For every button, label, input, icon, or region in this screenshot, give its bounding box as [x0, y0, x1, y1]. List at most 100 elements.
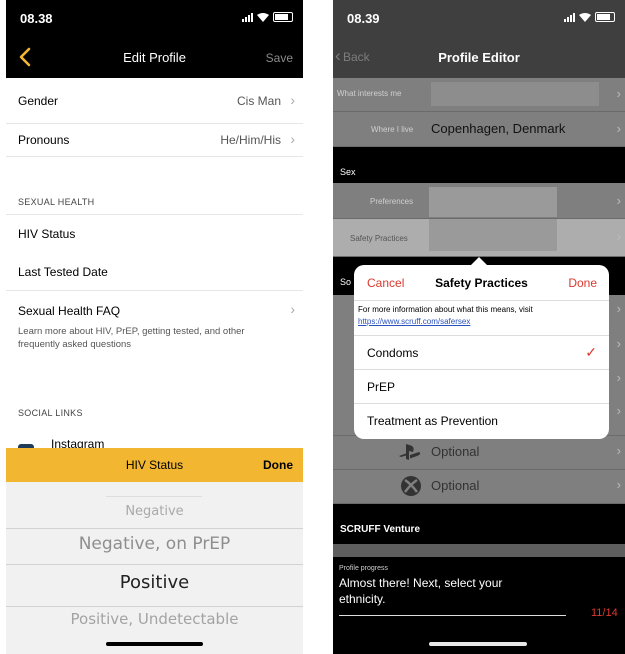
section-social-links: SOCIAL LINKS	[18, 408, 83, 418]
option-condoms[interactable]: Condoms ✓	[354, 335, 609, 370]
battery-icon	[595, 12, 615, 22]
picker-option[interactable]: Negative	[6, 504, 303, 519]
section-sex: Sex	[333, 147, 625, 183]
system-icons	[564, 12, 615, 22]
sheet-done-button[interactable]: Done	[568, 276, 597, 290]
profile-editor-screen: 08.39 ‹ Back Profile Editor What interes…	[333, 0, 625, 654]
picker-option-selected[interactable]: Positive	[6, 572, 303, 593]
chevron-right-icon: ›	[616, 403, 621, 418]
page-title: Profile Editor	[438, 50, 520, 65]
save-button[interactable]: Save	[266, 51, 293, 65]
option-label: PrEP	[367, 380, 396, 394]
hiv-status-row[interactable]: HIV Status	[6, 214, 303, 254]
where-i-live-value: Copenhagen, Denmark	[431, 121, 566, 136]
playstation-icon	[399, 444, 421, 460]
option-label: Treatment as Prevention	[367, 414, 498, 428]
preferences-label: Preferences	[370, 197, 414, 206]
picker-divider	[106, 496, 202, 497]
chevron-right-icon: ›	[616, 229, 621, 244]
sheet-info-text: For more information about what this mea…	[358, 305, 533, 314]
section-scruff-venture: SCRUFF Venture	[333, 504, 625, 544]
where-i-live-label: Where I live	[371, 125, 414, 134]
gender-value: Cis Man	[236, 94, 281, 108]
page-title: Edit Profile	[123, 50, 186, 65]
interests-row[interactable]: What interests me ›	[333, 78, 625, 112]
faq-description: Learn more about HIV, PrEP, getting test…	[18, 326, 245, 350]
safety-practices-sheet: Cancel Safety Practices Done For more in…	[354, 265, 609, 439]
picker-selection-top	[6, 564, 303, 565]
edit-profile-screen: 08.38 Edit Profile Save Gender Cis Man ›…	[6, 0, 303, 654]
picker-toolbar: HIV Status Done	[6, 448, 303, 482]
progress-label: Profile progress	[339, 565, 389, 572]
where-i-live-row[interactable]: Where I live Copenhagen, Denmark ›	[333, 112, 625, 147]
xbox-value: Optional	[431, 478, 480, 493]
xbox-icon	[401, 476, 421, 496]
last-tested-label: Last Tested Date	[18, 265, 108, 279]
pronouns-value: He/Him/His	[220, 133, 281, 147]
chevron-right-icon: ›	[290, 92, 295, 108]
section-scruff-venture-label: SCRUFF Venture	[340, 524, 421, 535]
section-sexual-health: SEXUAL HEALTH	[18, 197, 95, 207]
nav-bar: Edit Profile Save	[6, 36, 303, 78]
sheet-divider	[354, 300, 609, 301]
wifi-icon	[579, 13, 591, 22]
picker-title: HIV Status	[125, 458, 184, 472]
signal-icon	[564, 13, 575, 22]
picker-option[interactable]: Negative, on PrEP	[6, 534, 303, 554]
sexual-health-faq-row[interactable]: Sexual Health FAQ › Learn more about HIV…	[6, 291, 303, 364]
option-label: Condoms	[367, 346, 419, 360]
progress-count: 11/14	[591, 607, 618, 619]
gender-label: Gender	[18, 94, 59, 108]
chevron-right-icon: ›	[616, 370, 621, 385]
safersex-link[interactable]: https://www.scruff.com/safersex	[358, 317, 470, 326]
picker-done-button[interactable]: Done	[263, 458, 293, 472]
option-prep[interactable]: PrEP	[354, 369, 609, 404]
playstation-value: Optional	[431, 444, 480, 459]
signal-icon	[242, 13, 253, 22]
hiv-status-picker[interactable]: Negative Negative, on PrEP Positive Posi…	[6, 482, 303, 654]
picker-selection-bottom	[6, 606, 303, 607]
pronouns-label: Pronouns	[18, 133, 70, 147]
system-icons	[242, 12, 293, 22]
picker-option[interactable]: Positive, Undetectable	[6, 610, 303, 628]
preferences-row[interactable]: Preferences ›	[333, 183, 625, 219]
chevron-right-icon: ›	[616, 86, 621, 101]
venture-row	[333, 544, 625, 558]
battery-icon	[273, 12, 293, 22]
last-tested-row[interactable]: Last Tested Date	[6, 253, 303, 291]
safety-practices-row[interactable]: Safety Practices ›	[333, 219, 625, 257]
chevron-right-icon: ›	[616, 193, 621, 208]
chevron-right-icon: ›	[616, 443, 621, 458]
preferences-field[interactable]	[429, 187, 557, 217]
playstation-row[interactable]: Optional ›	[333, 436, 625, 470]
wifi-icon	[257, 13, 269, 22]
chevron-right-icon: ›	[290, 301, 295, 317]
option-treatment-as-prevention[interactable]: Treatment as Prevention	[354, 403, 609, 438]
safety-practices-label: Safety Practices	[350, 234, 408, 243]
hiv-status-label: HIV Status	[18, 227, 76, 241]
interests-field[interactable]	[431, 82, 599, 106]
chevron-right-icon: ›	[616, 301, 621, 316]
nav-bar: ‹ Back Profile Editor	[333, 36, 625, 78]
home-indicator	[106, 642, 203, 646]
chevron-right-icon: ›	[616, 121, 621, 136]
xbox-row[interactable]: Optional ›	[333, 470, 625, 504]
chevron-right-icon: ›	[290, 131, 295, 147]
section-sex-label: Sex	[340, 167, 356, 177]
progress-divider	[339, 615, 566, 616]
status-time: 08.38	[20, 11, 53, 26]
progress-message: Almost there! Next, select your ethnicit…	[339, 576, 503, 606]
picker-divider	[6, 528, 303, 529]
home-indicator	[429, 642, 527, 646]
checkmark-icon: ✓	[585, 344, 597, 360]
status-bar: 08.38	[6, 0, 303, 36]
safety-practices-field[interactable]	[429, 219, 557, 251]
gender-row[interactable]: Gender Cis Man ›	[6, 78, 303, 124]
interests-label: What interests me	[337, 89, 402, 98]
status-time: 08.39	[347, 11, 380, 26]
section-so-label: So	[340, 277, 352, 287]
profile-progress-banner[interactable]: Profile progress Almost there! Next, sel…	[333, 557, 625, 654]
chevron-right-icon: ›	[616, 477, 621, 492]
pronouns-row[interactable]: Pronouns He/Him/His ›	[6, 124, 303, 157]
instagram-row[interactable]: Instagram	[6, 426, 303, 454]
